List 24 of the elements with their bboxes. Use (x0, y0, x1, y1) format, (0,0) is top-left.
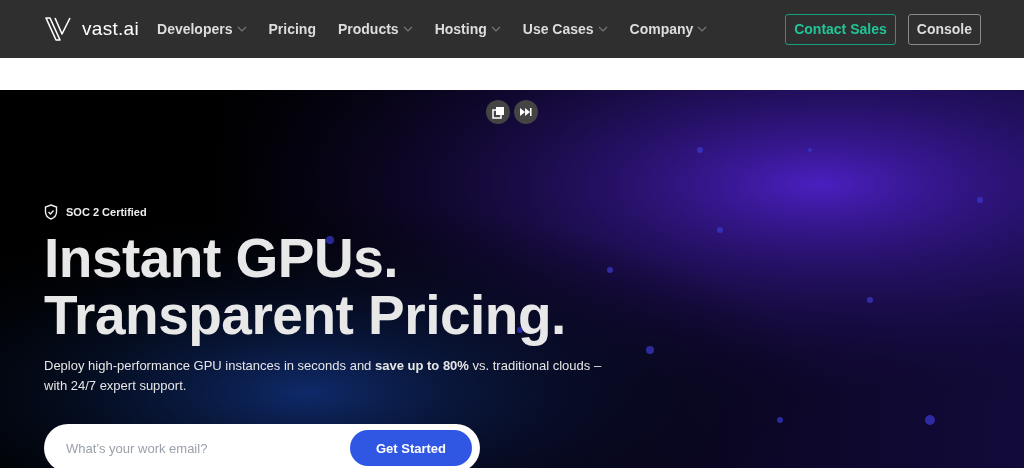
logo-icon[interactable] (44, 16, 74, 42)
get-started-button[interactable]: Get Started (349, 430, 472, 466)
chevron-down-icon (697, 26, 708, 32)
chevron-down-icon (236, 26, 247, 32)
picture-in-picture-icon (491, 105, 505, 119)
nav-link[interactable]: Pricing (268, 21, 316, 37)
hero-subtitle: Deploy high-performance GPU instances in seconds and save up to 80% vs. traditional clouds – with 24/7 expert support. (44, 357, 603, 395)
email-signup-field[interactable]: What’s your work email? Get Started (44, 424, 480, 468)
hero-heading: Transparent Pricing. (44, 287, 567, 344)
nav-link[interactable]: Company (629, 21, 708, 37)
hero-heading: Instant GPUs. (44, 230, 400, 287)
chevron-down-icon (597, 26, 608, 32)
contact-sales-button[interactable]: Contact Sales (785, 13, 896, 45)
nav-link[interactable]: Developers (157, 21, 247, 37)
certification-label: SOC 2 Certified (66, 206, 147, 218)
chevron-down-icon (490, 26, 501, 32)
nav-link[interactable]: Products (337, 21, 413, 37)
skip-icon (520, 107, 532, 117)
nav-link[interactable]: Use Cases (522, 21, 608, 37)
nav-link[interactable]: Hosting (434, 21, 501, 37)
brand-name[interactable]: vast.ai (82, 18, 139, 40)
shield-check-icon (44, 204, 58, 220)
console-button[interactable]: Console (907, 13, 981, 45)
chevron-down-icon (402, 26, 413, 32)
